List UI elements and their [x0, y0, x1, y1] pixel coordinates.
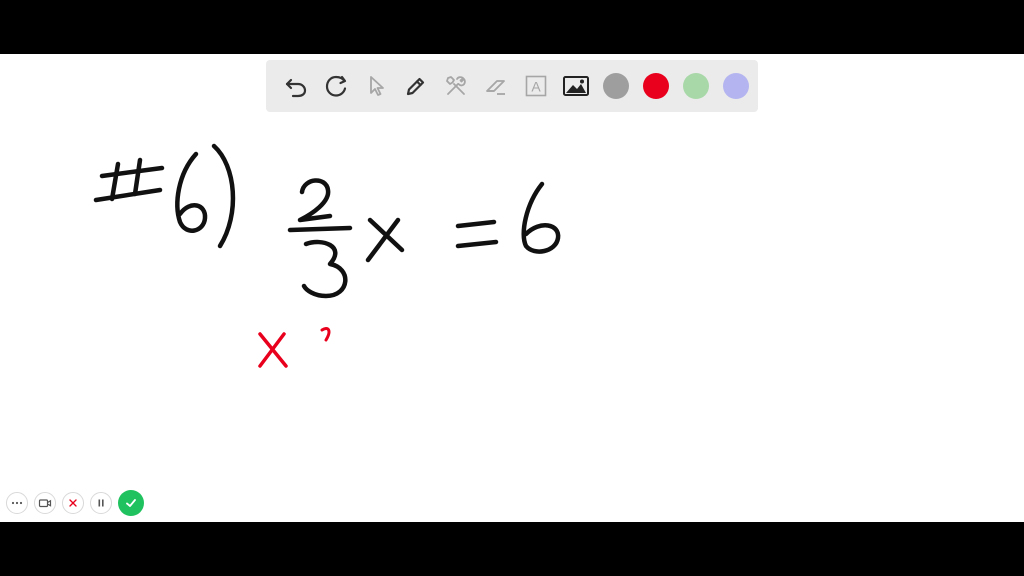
- redo-button[interactable]: [316, 66, 356, 106]
- pause-icon: [98, 499, 104, 507]
- pen-icon: [406, 77, 425, 96]
- color-swatch-gray[interactable]: [596, 66, 636, 106]
- lavender-swatch: [723, 73, 749, 99]
- more-button[interactable]: [6, 492, 28, 514]
- denominator-three: [301, 239, 348, 299]
- finish-recording-button[interactable]: [118, 490, 144, 516]
- tools-icon: [446, 76, 466, 95]
- undo-icon: [285, 78, 307, 98]
- camera-icon: [38, 499, 52, 508]
- handwriting-layer: [93, 143, 561, 368]
- check-icon: [126, 499, 136, 507]
- variable-x: [365, 217, 405, 263]
- eraser-tool-button[interactable]: [476, 66, 516, 106]
- cancel-recording-button[interactable]: [62, 492, 84, 514]
- color-swatch-green[interactable]: [676, 66, 716, 106]
- red-variable-x: [258, 332, 288, 368]
- red-swatch: [643, 73, 669, 99]
- pointer-icon: [370, 76, 384, 96]
- color-swatch-red[interactable]: [636, 66, 676, 106]
- hash-mark: [93, 157, 165, 203]
- digit-six: [175, 151, 208, 233]
- result-six: [521, 181, 561, 254]
- recording-frame: A: [0, 0, 1024, 576]
- drawing-toolbar: A: [266, 60, 758, 112]
- eraser-icon: [486, 80, 505, 95]
- whiteboard-canvas[interactable]: A: [0, 54, 1024, 522]
- undo-button[interactable]: [276, 66, 316, 106]
- gray-swatch: [603, 73, 629, 99]
- text-tool-glyph: A: [531, 79, 541, 95]
- pen-tool-button[interactable]: [396, 66, 436, 106]
- select-tool-button[interactable]: [356, 66, 396, 106]
- paren-close: [211, 143, 236, 249]
- camera-button[interactable]: [34, 492, 56, 514]
- green-swatch: [683, 73, 709, 99]
- fraction-bar: [287, 225, 353, 233]
- redo-icon: [325, 75, 347, 97]
- color-swatch-lavender[interactable]: [716, 66, 756, 106]
- image-tool-button[interactable]: [556, 66, 596, 106]
- close-icon: [69, 499, 77, 507]
- recording-controls: [6, 490, 144, 516]
- equals-sign: [455, 219, 499, 249]
- image-icon: [563, 76, 589, 96]
- red-partial-stroke: [320, 326, 331, 342]
- numerator-two: [297, 178, 333, 223]
- pause-button[interactable]: [90, 492, 112, 514]
- text-icon: A: [525, 75, 547, 97]
- tools-button[interactable]: [436, 66, 476, 106]
- text-tool-button[interactable]: A: [516, 66, 556, 106]
- more-icon: [11, 501, 23, 505]
